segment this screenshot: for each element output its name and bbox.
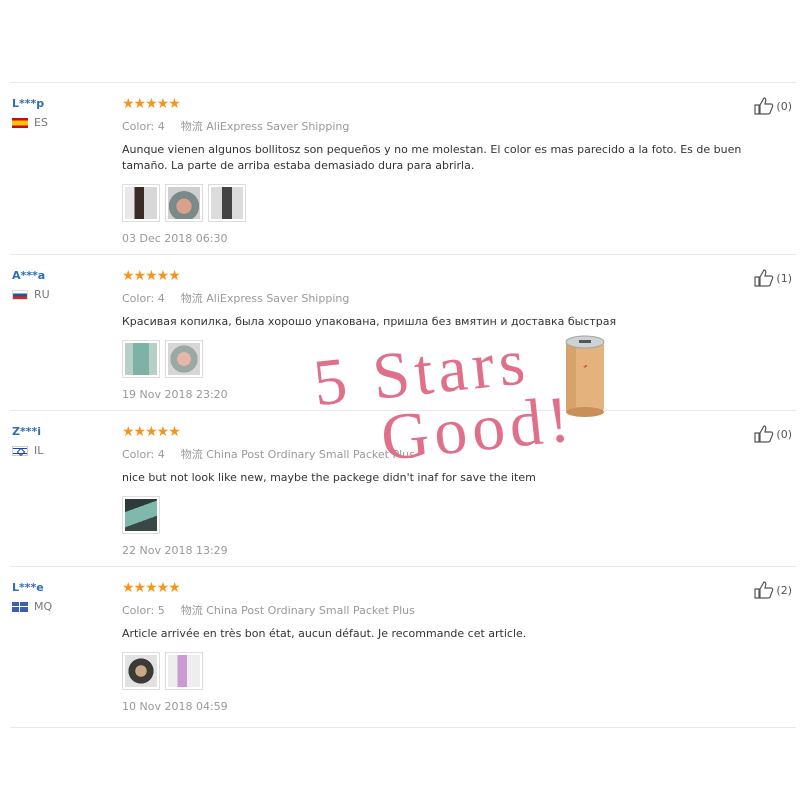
review-photo-thumbnail[interactable] <box>208 184 246 222</box>
helpful-count: (0) <box>776 427 792 441</box>
helpful-count: (2) <box>776 583 792 597</box>
thumbs-up-icon <box>754 581 774 599</box>
review-photo-thumbnail[interactable] <box>122 496 160 534</box>
country-code: RU <box>34 288 50 301</box>
review-content: ★★★★★ Color: 4 物流 AliExpress Saver Shippi… <box>122 269 742 401</box>
reviewer-info: A***a RU <box>12 269 50 301</box>
review-meta: Color: 4 物流 AliExpress Saver Shipping <box>122 118 742 134</box>
color-option: Color: 4 <box>122 448 165 461</box>
star-rating: ★★★★★ <box>122 580 181 596</box>
review-text: Aunque vienen algunos bollitosz son pequ… <box>122 143 742 172</box>
review-item: A***a RU ★★★★★ Color: 4 物流 AliExpress Sav… <box>10 254 796 410</box>
review-photo-thumbnail[interactable] <box>165 652 203 690</box>
shipping-label: 物流 <box>180 448 203 461</box>
thumbs-up-icon <box>754 269 774 287</box>
reviewer-name[interactable]: A***a <box>12 269 50 282</box>
review-meta: Color: 4 物流 China Post Ordinary Small Pac… <box>122 446 742 462</box>
reviewer-country: RU <box>12 288 50 301</box>
review-photos <box>122 496 742 534</box>
review-photo-thumbnail[interactable] <box>122 184 160 222</box>
thumbs-up-icon <box>754 425 774 443</box>
flag-ru-icon <box>12 289 28 300</box>
review-photo-thumbnail[interactable] <box>165 184 203 222</box>
helpful-button[interactable]: (0) <box>754 97 792 115</box>
review-date: 10 Nov 2018 04:59 <box>122 700 228 713</box>
review-photos <box>122 184 742 222</box>
review-content: ★★★★★ Color: 4 物流 AliExpress Saver Shippi… <box>122 97 742 245</box>
country-code: MQ <box>34 600 53 613</box>
review-photo-thumbnail[interactable] <box>122 340 160 378</box>
star-rating: ★★★★★ <box>122 96 181 112</box>
review-date: 19 Nov 2018 23:20 <box>122 388 228 401</box>
shipping-label: 物流 <box>180 604 203 617</box>
helpful-button[interactable]: (2) <box>754 581 792 599</box>
reviewer-name[interactable]: L***p <box>12 97 48 110</box>
helpful-button[interactable]: (0) <box>754 425 792 443</box>
shipping-method: AliExpress Saver Shipping <box>206 292 350 305</box>
reviewer-country: IL <box>12 444 43 457</box>
reviewer-name[interactable]: L***e <box>12 581 52 594</box>
review-content: ★★★★★ Color: 5 物流 China Post Ordinary Sma… <box>122 581 742 713</box>
shipping-method: China Post Ordinary Small Packet Plus <box>206 604 415 617</box>
helpful-count: (0) <box>776 99 792 113</box>
review-photos <box>122 652 742 690</box>
reviewer-info: L***p ES <box>12 97 48 129</box>
shipping-method: China Post Ordinary Small Packet Plus <box>206 448 415 461</box>
color-option: Color: 4 <box>122 120 165 133</box>
reviewer-info: L***e MQ <box>12 581 52 613</box>
review-text: Article arrivée en très bon état, aucun … <box>122 627 527 640</box>
country-code: IL <box>34 444 44 457</box>
helpful-count: (1) <box>776 271 792 285</box>
reviewer-country: ES <box>12 116 48 129</box>
review-content: ★★★★★ Color: 4 物流 China Post Ordinary Sma… <box>122 425 742 557</box>
shipping-label: 物流 <box>180 120 203 133</box>
reviewer-name[interactable]: Z***i <box>12 425 43 438</box>
color-option: Color: 5 <box>122 604 165 617</box>
review-photos <box>122 340 742 378</box>
review-text: nice but not look like new, maybe the pa… <box>122 471 536 484</box>
review-item: L***e MQ ★★★★★ Color: 5 物流 China Post Ord… <box>10 566 796 728</box>
review-photo-thumbnail[interactable] <box>165 340 203 378</box>
star-rating: ★★★★★ <box>122 268 181 284</box>
reviewer-info: Z***i IL <box>12 425 43 457</box>
review-text: Красивая копилка, была хорошо упакована,… <box>122 315 617 328</box>
flag-es-icon <box>12 117 28 128</box>
review-meta: Color: 4 物流 AliExpress Saver Shipping <box>122 290 742 306</box>
flag-il-icon <box>12 445 28 456</box>
review-meta: Color: 5 物流 China Post Ordinary Small Pac… <box>122 602 742 618</box>
review-list: L***p ES ★★★★★ Color: 4 物流 AliExpress Sav… <box>10 82 796 728</box>
thumbs-up-icon <box>754 97 774 115</box>
country-code: ES <box>34 116 48 129</box>
review-photo-thumbnail[interactable] <box>122 652 160 690</box>
color-option: Color: 4 <box>122 292 165 305</box>
flag-mq-icon <box>12 601 28 612</box>
coin-bank-image <box>565 335 605 417</box>
review-date: 22 Nov 2018 13:29 <box>122 544 228 557</box>
review-date: 03 Dec 2018 06:30 <box>122 232 228 245</box>
reviewer-country: MQ <box>12 600 52 613</box>
helpful-button[interactable]: (1) <box>754 269 792 287</box>
star-rating: ★★★★★ <box>122 424 181 440</box>
shipping-method: AliExpress Saver Shipping <box>206 120 350 133</box>
review-item: Z***i IL ★★★★★ Color: 4 物流 China Post Ord… <box>10 410 796 566</box>
review-item: L***p ES ★★★★★ Color: 4 物流 AliExpress Sav… <box>10 82 796 254</box>
shipping-label: 物流 <box>180 292 203 305</box>
